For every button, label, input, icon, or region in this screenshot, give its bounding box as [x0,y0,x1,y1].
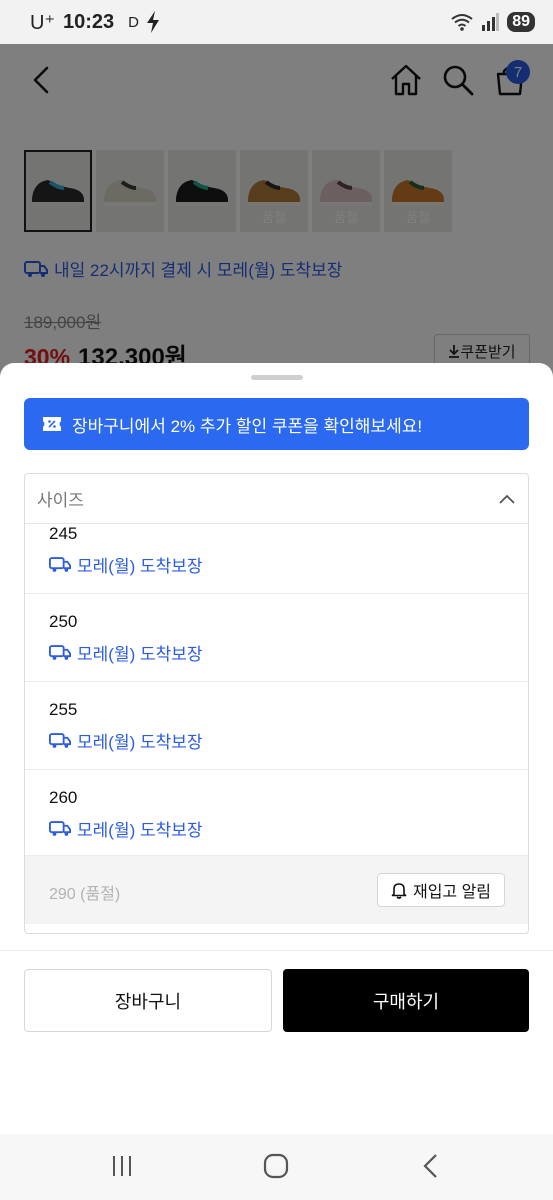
bolt-icon [147,11,159,33]
system-nav-bar [0,1134,553,1200]
battery-indicator: 89 [507,12,535,32]
status-icons: 89 [451,12,535,32]
option-size: 245 [49,524,78,543]
size-option[interactable]: 255 모레(월) 도착보장 [25,682,528,770]
option-delivery: 모레(월) 도착보장 [49,816,203,841]
option-delivery-text: 모레(월) 도착보장 [77,645,203,664]
size-select-label: 사이즈 [37,491,84,510]
buy-now-button[interactable]: 구매하기 [283,969,529,1032]
size-option[interactable]: 245 모레(월) 도착보장 [25,524,528,594]
size-option-soldout: 290 (품절) 재입고 알림 [25,856,528,924]
back-nav-icon[interactable] [420,1153,442,1179]
chevron-up-icon [499,494,515,504]
size-select-header[interactable]: 사이즈 [25,474,528,524]
carrier-label: U⁺ [30,11,55,34]
option-delivery-text: 모레(월) 도착보장 [77,821,203,840]
restock-label: 재입고 알림 [412,884,492,901]
add-to-cart-button[interactable]: 장바구니 [24,969,272,1032]
size-option[interactable]: 250 모레(월) 도착보장 [25,594,528,682]
delivery-truck-icon [49,733,71,748]
delivery-truck-icon [49,557,71,572]
promo-text: 장바구니에서 2% 추가 할인 쿠폰을 확인해보세요! [72,416,423,436]
delivery-truck-icon [49,645,71,660]
status-indicator: D [128,13,139,31]
status-bar: U⁺ 10:23 D 89 [0,0,553,44]
option-delivery: 모레(월) 도착보장 [49,728,203,753]
clock: 10:23 [63,10,115,33]
option-delivery: 모레(월) 도착보장 [49,640,203,665]
soldout-option-label: 290 (품절) [49,886,121,903]
sheet-drag-handle[interactable] [251,375,303,380]
option-delivery-text: 모레(월) 도착보장 [77,733,203,752]
restock-alert-button[interactable]: 재입고 알림 [377,873,505,907]
option-size: 255 [49,700,78,719]
cart-coupon-banner[interactable]: 장바구니에서 2% 추가 할인 쿠폰을 확인해보세요! [24,398,529,450]
divider [0,950,553,951]
option-bottom-sheet: 장바구니에서 2% 추가 할인 쿠폰을 확인해보세요! 사이즈 245 모레(월… [0,363,553,1134]
size-option[interactable]: 260 모레(월) 도착보장 [25,770,528,856]
coupon-icon [43,417,61,431]
size-option-list[interactable]: 245 모레(월) 도착보장 250 모레(월) 도착보장 255 모레(월) … [25,524,528,933]
option-size: 250 [49,612,78,631]
size-select: 사이즈 245 모레(월) 도착보장 250 모레(월) 도착보장 255 모레… [24,473,529,934]
recent-apps-icon[interactable] [110,1154,134,1178]
wifi-icon [451,14,473,31]
bell-icon [391,883,407,899]
option-delivery: 모레(월) 도착보장 [49,552,203,577]
home-nav-icon[interactable] [263,1153,289,1179]
delivery-truck-icon [49,821,71,836]
option-size: 260 [49,788,78,807]
signal-icon [482,13,500,31]
option-delivery-text: 모레(월) 도착보장 [77,557,203,576]
